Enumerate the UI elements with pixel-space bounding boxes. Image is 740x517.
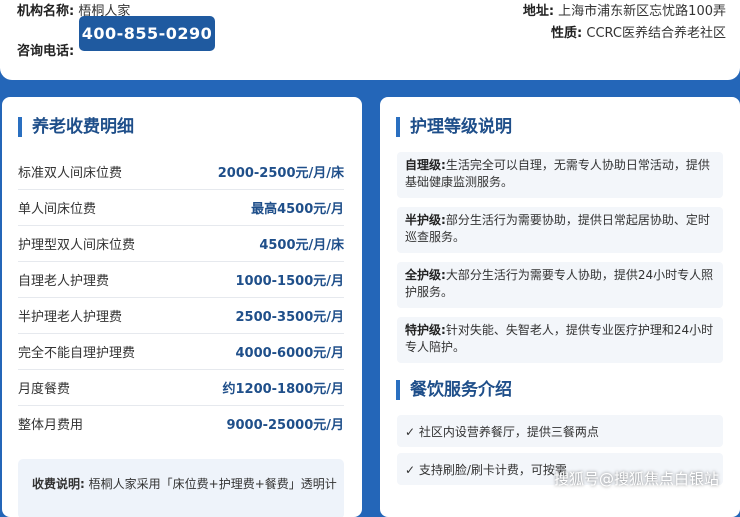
fee-note-text: 梧桐人家采用「床位费+护理费+餐费」透明计 [88, 477, 337, 491]
fee-price: 最高4500元/月 [251, 201, 344, 217]
type-label: 性质: [551, 26, 583, 41]
fee-row: 自理老人护理费 1000-1500元/月 [18, 261, 344, 298]
fee-section-title: 养老收费明细 [18, 117, 134, 137]
fee-row: 标准双人间床位费 2000-2500元/月/床 [18, 153, 344, 190]
meal-service-item: ✓ 社区内设营养餐厅，提供三餐两点 [397, 415, 723, 447]
phone-number-button[interactable]: 400-855-0290 [79, 16, 215, 51]
care-level-label: 全护级: [405, 268, 446, 282]
fee-details-card: 养老收费明细 标准双人间床位费 2000-2500元/月/床 单人间床位费 最高… [2, 97, 362, 517]
care-level-item: 自理级:生活完全可以自理，无需专人协助日常活动，提供 基础健康监测服务。 [397, 152, 723, 198]
phone-label: 咨询电话: [17, 44, 75, 59]
care-level-label: 自理级: [405, 158, 446, 172]
institution-name-label: 机构名称: [17, 4, 75, 19]
fee-note-box: 收费说明: 梧桐人家采用「床位费+护理费+餐费」透明计 [18, 459, 344, 517]
fee-name: 自理老人护理费 [18, 273, 110, 289]
fee-name: 护理型双人间床位费 [18, 237, 136, 253]
care-level-item: 全护级:大部分生活行为需要专人协助，提供24小时专人照 护服务。 [397, 262, 723, 308]
fee-price: 9000-25000元/月 [226, 417, 344, 433]
meal-service-title: 餐饮服务介绍 [396, 380, 512, 400]
fee-price: 4000-6000元/月 [235, 345, 344, 361]
fee-row: 月度餐费 约1200-1800元/月 [18, 369, 344, 406]
fee-name: 半护理老人护理费 [18, 309, 123, 325]
fee-row: 整体月费用 9000-25000元/月 [18, 405, 344, 441]
fee-row: 半护理老人护理费 2500-3500元/月 [18, 297, 344, 334]
fee-price: 4500元/月/床 [259, 237, 344, 253]
care-level-label: 半护级: [405, 213, 446, 227]
fee-price: 1000-1500元/月 [235, 273, 344, 289]
fee-row: 完全不能自理护理费 4000-6000元/月 [18, 333, 344, 370]
fee-price: 2500-3500元/月 [235, 309, 344, 325]
fee-row: 单人间床位费 最高4500元/月 [18, 189, 344, 226]
institution-type: 性质: CCRC医养结合养老社区 [551, 22, 726, 41]
address-label: 地址: [522, 4, 555, 19]
watermark-text: 搜狐号@搜狐焦点白银站 [554, 470, 720, 488]
care-level-item: 半护级:部分生活行为需要协助，提供日常起居协助、定时 巡查服务。 [397, 207, 723, 253]
fee-price: 约1200-1800元/月 [222, 381, 344, 397]
fee-name: 月度餐费 [18, 381, 71, 397]
care-level-item: 特护级:针对失能、失智老人，提供专业医疗护理和24小时 专人陪护。 [397, 317, 723, 363]
fee-name: 标准双人间床位费 [18, 165, 123, 181]
fee-name: 完全不能自理护理费 [18, 345, 136, 361]
fee-note: 收费说明: 梧桐人家采用「床位费+护理费+餐费」透明计 [32, 475, 337, 492]
care-level-label: 特护级: [405, 323, 446, 337]
fee-name: 单人间床位费 [18, 201, 97, 217]
fee-price: 2000-2500元/月/床 [217, 165, 344, 181]
fee-name: 整体月费用 [18, 417, 84, 433]
address-value: 上海市浦东新区忘忧路100弄 [558, 4, 726, 19]
type-value: CCRC医养结合养老社区 [586, 26, 726, 41]
institution-info-card: 机构名称: 梧桐人家 咨询电话: 400-855-0290 地址: 上海市浦东新… [0, 0, 740, 80]
fee-note-label: 收费说明: [32, 477, 85, 491]
care-levels-card: 护理等级说明 自理级:生活完全可以自理，无需专人协助日常活动，提供 基础健康监测… [380, 97, 740, 517]
institution-address: 地址: 上海市浦东新区忘忧路100弄 [523, 0, 726, 19]
care-levels-title: 护理等级说明 [396, 117, 512, 137]
fee-row: 护理型双人间床位费 4500元/月/床 [18, 225, 344, 262]
